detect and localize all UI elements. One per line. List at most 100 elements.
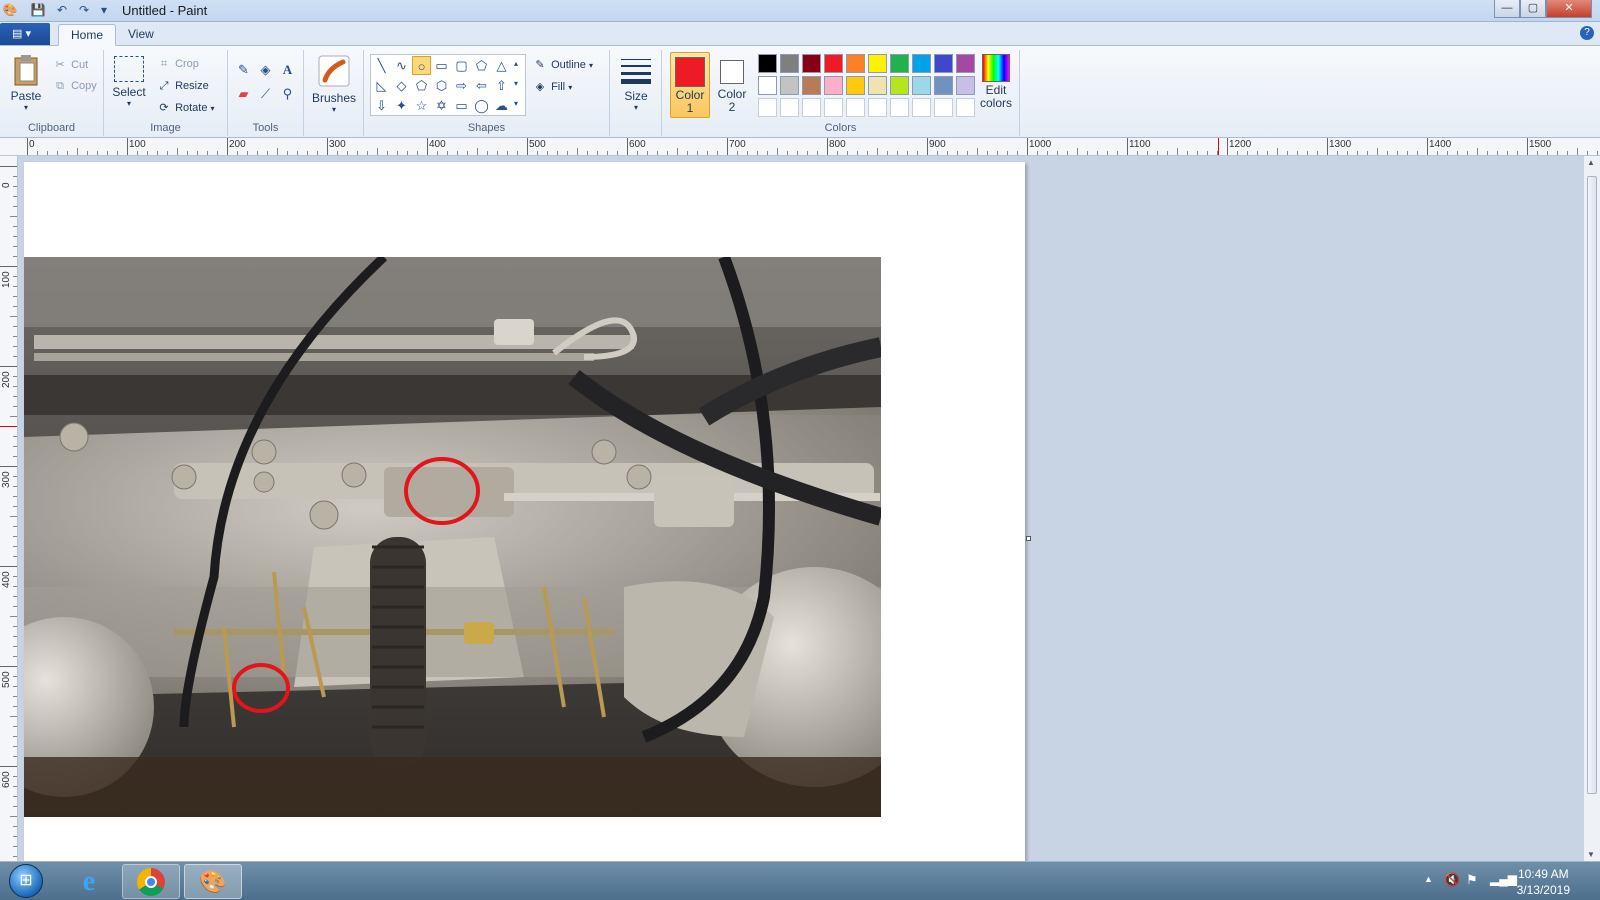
shapes-scroll-up-icon[interactable]: ▴ [508,54,524,73]
oval-shape-icon[interactable]: ○ [412,56,431,75]
palette-swatch[interactable] [868,98,887,117]
pasted-engine-photo[interactable] [24,257,881,817]
palette-swatch[interactable] [912,98,931,117]
taskbar-chrome[interactable] [122,864,180,899]
palette-swatch[interactable] [934,98,953,117]
rectangle-shape-icon[interactable]: ▭ [432,56,451,75]
line-shape-icon[interactable]: ╲ [372,56,391,75]
palette-swatch[interactable] [890,54,909,73]
show-hidden-icons-icon[interactable]: ▲ [1424,874,1433,884]
palette-swatch[interactable] [846,98,865,117]
size-button[interactable]: Size ▾ [614,56,658,112]
ruler-h-minor-tick [1507,151,1508,155]
taskbar-internet-explorer[interactable]: e [60,864,118,899]
palette-swatch[interactable] [934,76,953,95]
start-button[interactable]: ⊞ [4,863,48,899]
color1-button[interactable]: Color 1 [670,52,710,118]
vertical-scrollbar[interactable]: ▲ ▼ [1583,156,1600,861]
palette-swatch[interactable] [802,54,821,73]
cut-button[interactable]: ✂ Cut [52,58,88,71]
left-arrow-shape-icon[interactable]: ⇦ [472,76,491,95]
brushes-button[interactable]: Brushes ▾ [310,54,358,114]
undo-icon[interactable]: ↶ [54,3,70,18]
palette-swatch[interactable] [780,54,799,73]
four-point-star-shape-icon[interactable]: ✦ [392,96,411,115]
palette-swatch[interactable] [846,54,865,73]
taskbar-paint[interactable]: 🎨 [184,864,242,899]
minimize-button[interactable]: — [1494,0,1520,18]
scroll-thumb[interactable] [1587,176,1597,794]
palette-swatch[interactable] [912,54,931,73]
pentagon-shape-icon[interactable]: ⬠ [412,76,431,95]
scroll-down-arrow-icon[interactable]: ▼ [1587,850,1595,859]
palette-swatch[interactable] [890,76,909,95]
palette-swatch[interactable] [802,76,821,95]
help-icon[interactable]: ? [1580,26,1594,40]
five-point-star-shape-icon[interactable]: ☆ [412,96,431,115]
hexagon-shape-icon[interactable]: ⬡ [432,76,451,95]
canvas-resize-handle[interactable] [1026,536,1031,541]
volume-muted-icon[interactable]: 🔇 [1444,872,1460,888]
palette-swatch[interactable] [956,76,975,95]
edit-colors-button[interactable]: Edit colors [974,54,1018,110]
shapes-more-icon[interactable]: ▾ [508,94,524,113]
color2-button[interactable]: Color 2 [712,52,752,118]
diamond-shape-icon[interactable]: ◇ [392,76,411,95]
system-clock[interactable]: 10:49 AM 3/13/2019 [1517,866,1570,898]
paint-app-icon[interactable]: 🎨 [2,3,18,18]
rotate-button[interactable]: ⟳ Rotate ▾ [156,101,214,114]
oval-callout-shape-icon[interactable]: ◯ [472,96,491,115]
polygon-shape-icon[interactable]: ⬠ [472,56,491,75]
palette-swatch[interactable] [758,76,777,95]
action-center-icon[interactable]: ⚑ [1466,872,1478,888]
fill-bucket-icon[interactable]: ◈ [256,60,275,79]
text-tool-icon[interactable]: A [278,60,297,79]
curve-shape-icon[interactable]: ∿ [392,56,411,75]
palette-swatch[interactable] [890,98,909,117]
right-arrow-shape-icon[interactable]: ⇨ [452,76,471,95]
resize-button[interactable]: ⤢ Resize [156,80,209,93]
restore-button[interactable]: ▢ [1520,0,1546,18]
fill-button[interactable]: ◈ Fill ▾ [532,80,572,93]
palette-swatch[interactable] [780,98,799,117]
eraser-icon[interactable]: ▰ [234,84,253,103]
crop-button[interactable]: ⌗ Crop [156,58,199,71]
color-picker-icon[interactable]: ⟋ [256,84,275,103]
select-button[interactable]: Select ▾ [110,56,148,108]
scroll-up-arrow-icon[interactable]: ▲ [1587,158,1595,167]
ruler-h-minor-tick [697,151,698,155]
palette-swatch[interactable] [758,98,777,117]
palette-swatch[interactable] [780,76,799,95]
outline-button[interactable]: ✎ Outline ▾ [532,58,593,71]
shapes-scroll-down-icon[interactable]: ▾ [508,74,524,93]
customize-toolbar-dropdown-icon[interactable]: ▾ [96,3,112,18]
paste-button[interactable]: Paste ▾ [6,54,46,112]
right-triangle-shape-icon[interactable]: ◺ [372,76,391,95]
pencil-icon[interactable]: ✎ [234,60,253,79]
palette-swatch[interactable] [934,54,953,73]
palette-swatch[interactable] [802,98,821,117]
palette-swatch[interactable] [846,76,865,95]
palette-swatch[interactable] [758,54,777,73]
palette-swatch[interactable] [868,54,887,73]
network-signal-icon[interactable]: ▂▄▆ [1490,872,1517,886]
file-menu-button[interactable]: ▤ ▾ [0,23,50,45]
down-arrow-shape-icon[interactable]: ⇩ [372,96,391,115]
save-icon[interactable]: 💾 [30,3,46,18]
rounded-callout-shape-icon[interactable]: ▭ [452,96,471,115]
palette-swatch[interactable] [956,54,975,73]
tab-home[interactable]: Home [58,24,117,46]
tab-view[interactable]: View [116,24,166,46]
magnifier-icon[interactable]: ⚲ [278,84,297,103]
six-point-star-shape-icon[interactable]: ✡ [432,96,451,115]
palette-swatch[interactable] [824,54,843,73]
palette-swatch[interactable] [868,76,887,95]
palette-swatch[interactable] [824,76,843,95]
palette-swatch[interactable] [956,98,975,117]
copy-button[interactable]: ⧉ Copy [52,80,97,93]
rounded-rectangle-shape-icon[interactable]: ▢ [452,56,471,75]
close-button[interactable]: ✕ [1546,0,1592,18]
redo-icon[interactable]: ↷ [76,3,92,18]
palette-swatch[interactable] [824,98,843,117]
palette-swatch[interactable] [912,76,931,95]
